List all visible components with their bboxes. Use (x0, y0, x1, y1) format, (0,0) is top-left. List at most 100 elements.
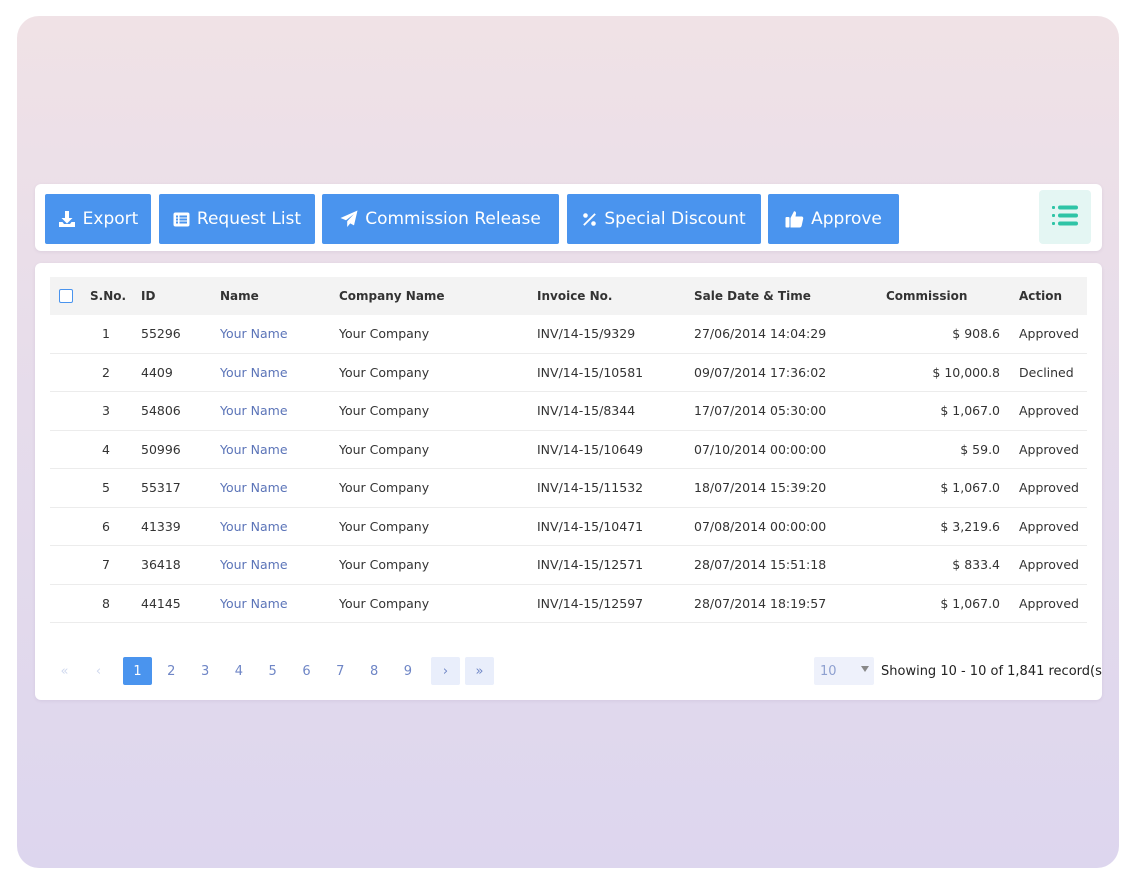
prev-page-button[interactable]: ‹ (84, 657, 113, 685)
row-sale-date: 27/06/2014 14:04:29 (694, 326, 827, 342)
list-icon (173, 212, 190, 227)
row-action-status: Approved (1019, 326, 1079, 342)
table-row[interactable]: 8 44145 Your Name Your Company INV/14-15/125… (50, 585, 1087, 623)
row-id: 4409 (141, 364, 173, 380)
header-id[interactable]: ID (141, 277, 155, 315)
list-menu-button[interactable] (1039, 190, 1091, 244)
approve-label: Approve (811, 209, 882, 229)
row-action-status: Approved (1019, 441, 1079, 457)
page-7-button[interactable]: 7 (326, 657, 355, 685)
row-sale-date: 28/07/2014 18:19:57 (694, 595, 827, 611)
request-list-button[interactable]: Request List (159, 194, 315, 244)
row-invoice-no: INV/14-15/10649 (537, 441, 644, 457)
last-page-button[interactable]: » (465, 657, 494, 685)
table-row[interactable]: 1 55296 Your Name Your Company INV/14-15/932… (50, 315, 1087, 354)
table-row[interactable]: 2 4409 Your Name Your Company INV/14-15/1058… (50, 354, 1087, 392)
row-company: Your Company (339, 518, 430, 534)
commission-table-card: S.No. ID Name Company Name Invoice No. S… (35, 263, 1102, 700)
row-sale-date: 09/07/2014 17:36:02 (694, 364, 827, 380)
row-commission: $ 1,067.0 (940, 403, 1000, 419)
row-invoice-no: INV/14-15/9329 (537, 326, 636, 342)
row-name-link[interactable]: Your Name (220, 354, 288, 392)
export-button[interactable]: Export (45, 194, 151, 244)
header-invoice-no[interactable]: Invoice No. (537, 277, 612, 315)
row-sale-date: 28/07/2014 15:51:18 (694, 557, 827, 573)
row-action-status: Approved (1019, 595, 1079, 611)
table-row[interactable]: 6 41339 Your Name Your Company INV/14-15/104… (50, 508, 1087, 546)
row-action-status: Approved (1019, 480, 1079, 496)
header-action[interactable]: Action (1019, 277, 1062, 315)
row-name-link[interactable]: Your Name (220, 546, 288, 584)
row-id: 54806 (141, 403, 181, 419)
page-size-select[interactable]: 10 (814, 657, 874, 685)
row-name-link[interactable]: Your Name (220, 508, 288, 546)
header-commission[interactable]: Commission (886, 277, 1000, 315)
row-commission: $ 10,000.8 (932, 364, 1000, 380)
page-4-button[interactable]: 4 (224, 657, 253, 685)
table-row[interactable]: 5 55317 Your Name Your Company INV/14-15/115… (50, 469, 1087, 508)
select-all-checkbox[interactable] (59, 289, 73, 303)
row-commission: $ 833.4 (952, 557, 1000, 573)
page-9-button[interactable]: 9 (393, 657, 422, 685)
row-invoice-no: INV/14-15/8344 (537, 403, 636, 419)
row-name-link[interactable]: Your Name (220, 585, 288, 623)
row-id: 36418 (141, 557, 181, 573)
page-6-button[interactable]: 6 (292, 657, 321, 685)
row-invoice-no: INV/14-15/10581 (537, 364, 644, 380)
row-id: 44145 (141, 595, 181, 611)
table-row[interactable]: 7 36418 Your Name Your Company INV/14-15/125… (50, 546, 1087, 585)
commission-release-button[interactable]: Commission Release (322, 194, 559, 244)
row-commission: $ 1,067.0 (940, 480, 1000, 496)
row-sale-date: 18/07/2014 15:39:20 (694, 480, 827, 496)
row-invoice-no: INV/14-15/11532 (537, 480, 644, 496)
special-discount-button[interactable]: Special Discount (567, 194, 761, 244)
page-5-button[interactable]: 5 (258, 657, 287, 685)
page-3-button[interactable]: 3 (191, 657, 220, 685)
page-8-button[interactable]: 8 (360, 657, 389, 685)
row-action-status: Approved (1019, 557, 1079, 573)
row-sno: 1 (102, 326, 110, 342)
header-name[interactable]: Name (220, 277, 259, 315)
row-name-link[interactable]: Your Name (220, 392, 288, 430)
row-name-link[interactable]: Your Name (220, 431, 288, 469)
next-page-button[interactable]: › (431, 657, 460, 685)
row-name-link[interactable]: Your Name (220, 469, 288, 507)
header-sno[interactable]: S.No. (90, 277, 126, 315)
pagination-bar: « ‹ 123456789 › » 10 Showing 10 - 10 of … (50, 655, 1102, 685)
download-icon (58, 210, 76, 228)
paper-plane-icon (340, 210, 358, 228)
row-invoice-no: INV/14-15/10471 (537, 518, 644, 534)
header-sale-date-time[interactable]: Sale Date & Time (694, 277, 811, 315)
row-company: Your Company (339, 557, 430, 573)
row-company: Your Company (339, 480, 430, 496)
row-invoice-no: INV/14-15/12597 (537, 595, 644, 611)
row-action-status: Declined (1019, 364, 1074, 380)
row-sale-date: 17/07/2014 05:30:00 (694, 403, 827, 419)
table-body: 1 55296 Your Name Your Company INV/14-15/932… (50, 315, 1087, 623)
commission-table: S.No. ID Name Company Name Invoice No. S… (50, 277, 1087, 623)
row-company: Your Company (339, 595, 430, 611)
page-2-button[interactable]: 2 (157, 657, 186, 685)
row-name-link[interactable]: Your Name (220, 315, 288, 353)
row-company: Your Company (339, 441, 430, 457)
row-sno: 4 (102, 441, 110, 457)
row-company: Your Company (339, 364, 430, 380)
table-row[interactable]: 3 54806 Your Name Your Company INV/14-15/834… (50, 392, 1087, 431)
row-sale-date: 07/10/2014 00:00:00 (694, 441, 827, 457)
approve-button[interactable]: Approve (768, 194, 899, 244)
row-commission: $ 908.6 (952, 326, 1000, 342)
row-id: 41339 (141, 518, 181, 534)
row-sno: 6 (102, 518, 110, 534)
page-1-button[interactable]: 1 (123, 657, 152, 685)
table-row[interactable]: 4 50996 Your Name Your Company INV/14-15/106… (50, 431, 1087, 469)
first-page-button[interactable]: « (50, 657, 79, 685)
header-company-name[interactable]: Company Name (339, 277, 445, 315)
row-action-status: Approved (1019, 518, 1079, 534)
special-discount-label: Special Discount (604, 209, 746, 229)
toolbar: Export Request List Commission Release S… (35, 184, 1102, 251)
record-count-text: Showing 10 - 10 of 1,841 record(s) (881, 663, 1102, 679)
row-sno: 3 (102, 403, 110, 419)
row-sno: 8 (102, 595, 110, 611)
page-size-value: 10 (820, 663, 837, 679)
list-menu-icon (1052, 205, 1078, 230)
